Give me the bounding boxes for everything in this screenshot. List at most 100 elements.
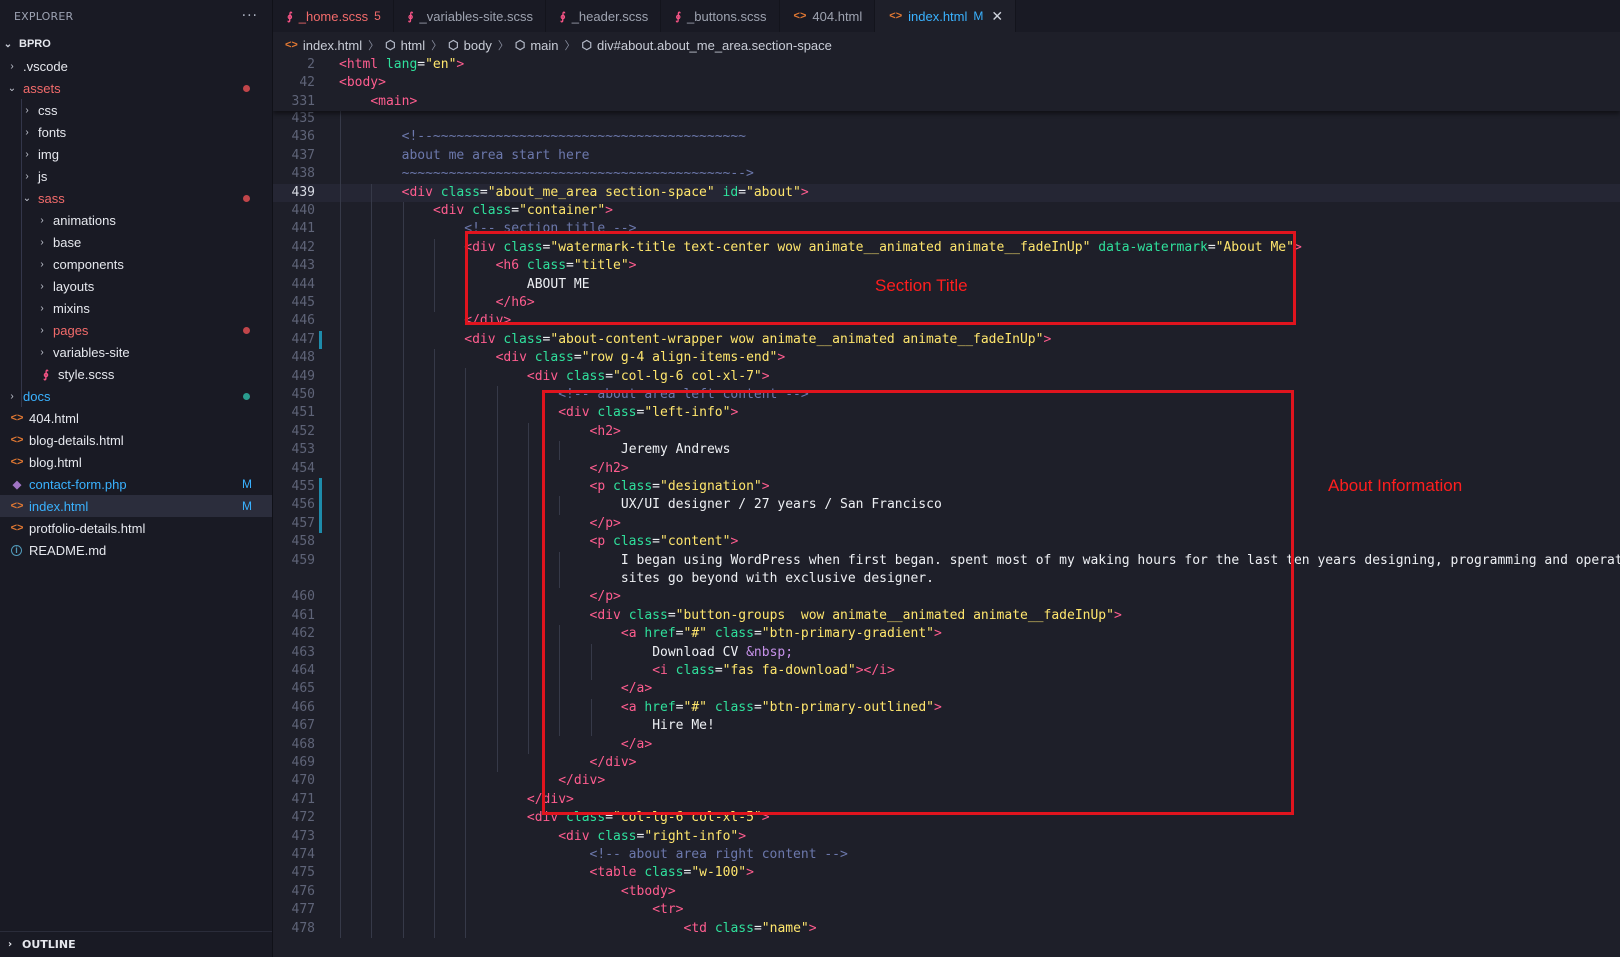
tree-item[interactable]: ⌄ assets (0, 77, 272, 99)
code-text: <html lang="en"> (339, 56, 464, 74)
editor-tab[interactable]: ∮ _variables-site.scss (394, 0, 546, 32)
line-number: 442 (291, 239, 315, 255)
code-text: <!--~~~~~~~~~~~~~~~~~~~~~~~~~~~~~~~~~~~~… (402, 128, 746, 146)
code-line[interactable]: 437 about me area start here (273, 147, 1620, 165)
tree-item[interactable]: <> index.html M (0, 495, 272, 517)
tree-item[interactable]: › img (0, 143, 272, 165)
code-line[interactable]: 2 <html lang="en"> (273, 56, 1620, 74)
line-number: 469 (291, 755, 315, 770)
code-line[interactable]: 436 <!--~~~~~~~~~~~~~~~~~~~~~~~~~~~~~~~~~… (273, 128, 1620, 146)
tree-item[interactable]: ◆ contact-form.php M (0, 473, 272, 495)
outline-label: OUTLINE (22, 938, 76, 951)
code-line[interactable]: 476 <tbody> (273, 883, 1620, 901)
code-line[interactable]: 473 <div class="right-info"> (273, 828, 1620, 846)
line-number: 331 (291, 93, 315, 109)
code-line[interactable]: 440 <div class="container"> (273, 202, 1620, 220)
editor-tab[interactable]: <> 404.html (780, 0, 876, 32)
chevron-down-icon: ⌄ (7, 82, 17, 94)
editor-tab[interactable]: ∮ _home.scss 5 (273, 0, 394, 32)
tree-item[interactable]: › animations (0, 209, 272, 231)
code-text: <table class="w-100"> (590, 864, 754, 882)
tree-item[interactable]: <> blog-details.html (0, 429, 272, 451)
line-number: 478 (291, 920, 315, 936)
breadcrumb-item[interactable]: ⬡ html (385, 38, 425, 53)
code-token: > (800, 184, 809, 200)
code-token: class (597, 828, 637, 844)
code-line[interactable]: 449 <div class="col-lg-6 col-xl-7"> (273, 368, 1620, 386)
editor-tab[interactable]: ∮ _header.scss (546, 0, 662, 32)
scss-file-icon: ∮ (407, 10, 414, 23)
code-token: <!-- about area right content --> (589, 847, 848, 862)
code-token: <div (495, 350, 535, 366)
tree-item[interactable]: <> 404.html (0, 407, 272, 429)
tree-item[interactable]: i README.md (0, 539, 272, 561)
chevron-right-icon: › (7, 939, 13, 950)
breadcrumb-item[interactable]: ⬡ div#about.about_me_area.section-space (582, 38, 832, 53)
root-folder-bpro[interactable]: ⌄ BPRO (0, 33, 272, 55)
code-text: ~~~~~~~~~~~~~~~~~~~~~~~~~~~~~~~~~~~~~~~~… (402, 165, 754, 183)
code-line[interactable]: 447 <div class="about-content-wrapper wow… (273, 331, 1620, 349)
php-file-icon: ◆ (12, 478, 22, 491)
code-token: <td (683, 920, 715, 936)
tree-item[interactable]: › mixins (0, 297, 272, 319)
line-number: 446 (291, 313, 315, 329)
code-line[interactable]: 475 <table class="w-100"> (273, 864, 1620, 882)
indent-guide (402, 202, 404, 938)
indent-guide (340, 110, 341, 938)
tree-item[interactable]: › components (0, 253, 272, 275)
git-status-dot (243, 326, 250, 334)
about-information-annotation-label: About Information (1328, 476, 1463, 495)
line-number: 476 (291, 883, 315, 899)
close-tab-icon[interactable]: ✕ (991, 8, 1003, 25)
breadcrumb-label: html (400, 37, 426, 53)
tab-label: index.html (908, 8, 968, 24)
code-line[interactable]: 438 ~~~~~~~~~~~~~~~~~~~~~~~~~~~~~~~~~~~~~… (273, 165, 1620, 183)
chevron-right-icon: › (10, 390, 14, 402)
editor-tab[interactable]: ∮ _buttons.scss (661, 0, 780, 32)
tree-item[interactable]: ∮ style.scss (0, 363, 272, 385)
code-text: <tr> (652, 901, 683, 919)
tree-item[interactable]: › layouts (0, 275, 272, 297)
line-number: 473 (291, 828, 315, 844)
sticky-scroll-header[interactable]: 2 <html lang="en"> 42 <body> 331 <main> (273, 56, 1620, 111)
code-line[interactable]: 435 (273, 110, 1620, 128)
tab-label: _header.scss (571, 8, 649, 24)
code-line[interactable]: 448 <div class="row g-4 align-items-end"> (273, 349, 1620, 367)
line-number: 453 (291, 442, 315, 458)
code-line[interactable]: 477 <tr> (273, 901, 1620, 919)
tree-item[interactable]: <> protfolio-details.html (0, 517, 272, 539)
tree-item[interactable]: › .vscode (0, 55, 272, 77)
breadcrumb-item[interactable]: <> index.html (285, 38, 362, 53)
code-line[interactable]: 331 <main> (273, 93, 1620, 111)
code-line[interactable]: 478 <td class="name"> (273, 920, 1620, 938)
tree-item[interactable]: › js (0, 165, 272, 187)
tree-item[interactable]: › variables-site (0, 341, 272, 363)
more-actions-icon[interactable]: ··· (242, 8, 258, 24)
tree-item[interactable]: <> blog.html (0, 451, 272, 473)
tree-item[interactable]: › base (0, 231, 272, 253)
tree-item[interactable]: › fonts (0, 121, 272, 143)
outline-section[interactable]: › OUTLINE (0, 931, 272, 957)
code-token: "w-100" (691, 865, 747, 881)
line-number: 467 (291, 718, 315, 734)
git-modified-badge: M (242, 499, 252, 513)
code-line[interactable]: 474 <!-- about area right content --> (273, 846, 1620, 864)
tree-item-label: fonts (38, 124, 67, 140)
tree-item[interactable]: › css (0, 99, 272, 121)
editor-tab[interactable]: <> index.html M ✕ (875, 0, 1017, 32)
code-line[interactable]: 439 <div class="about_me_area section-spa… (273, 183, 1620, 202)
chevron-right-icon: › (25, 148, 29, 160)
breadcrumb-item[interactable]: ⬡ body (448, 38, 492, 53)
breadcrumb-item[interactable]: ⬡ main (515, 38, 559, 53)
tree-item[interactable]: › pages (0, 319, 272, 341)
line-number: 450 (291, 387, 315, 402)
code-token: "about_me_area section-space" (487, 184, 715, 200)
line-number: 441 (291, 221, 315, 237)
indent-guide (371, 183, 373, 938)
chevron-down-icon: ⌄ (22, 192, 32, 204)
code-line[interactable]: 42 <body> (273, 74, 1620, 92)
code-token: > (808, 920, 817, 936)
tree-item[interactable]: ⌄ sass (0, 187, 272, 209)
tree-item[interactable]: › docs (0, 385, 272, 407)
